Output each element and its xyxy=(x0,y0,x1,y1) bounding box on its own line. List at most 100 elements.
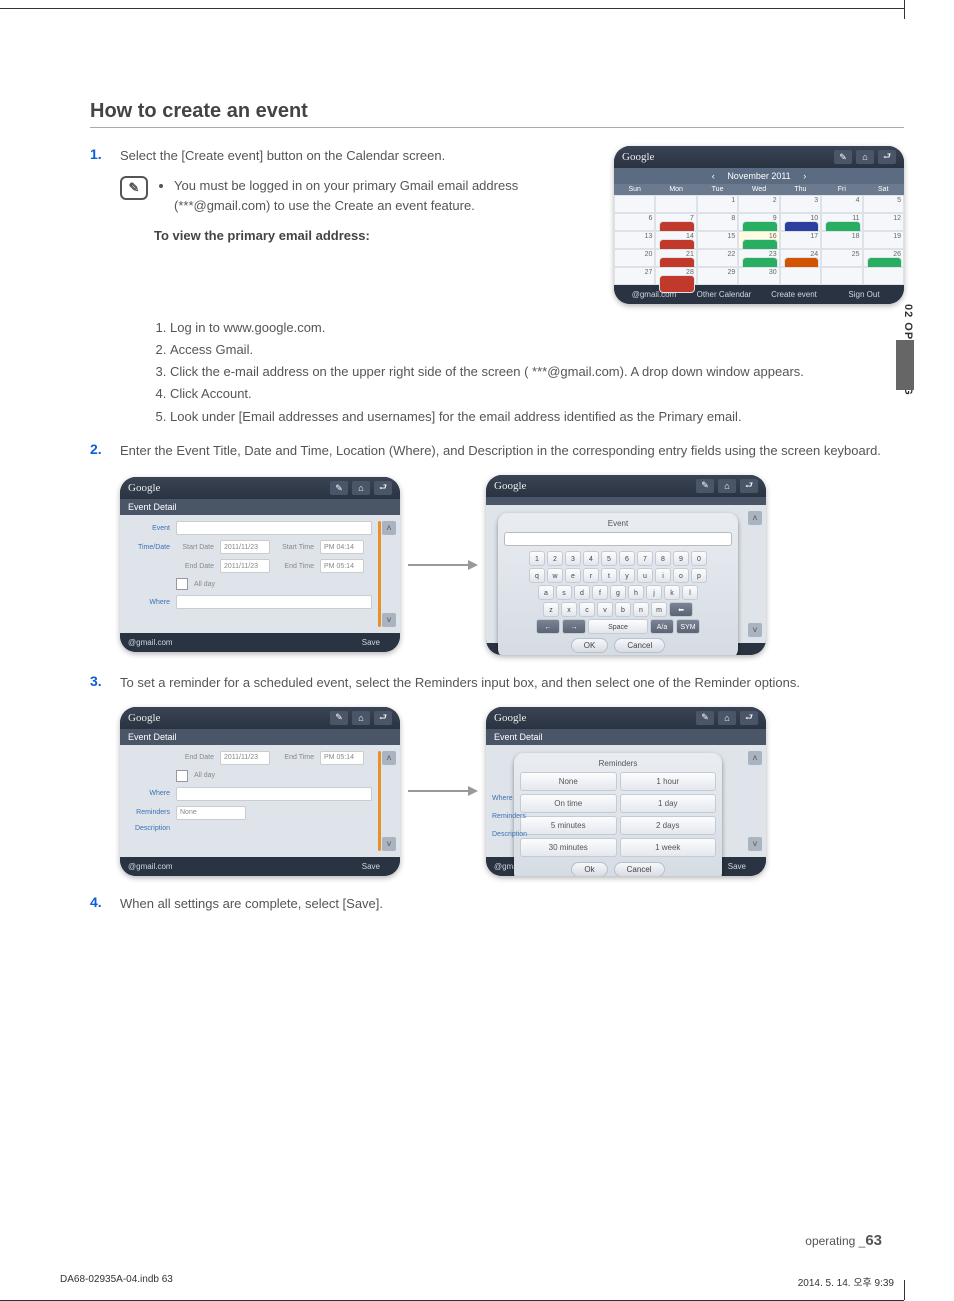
key[interactable]: q xyxy=(529,568,545,583)
reminders-cancel-button[interactable]: Cancel xyxy=(614,862,665,876)
calendar-cell[interactable]: 26 xyxy=(863,249,904,267)
key[interactable]: 0 xyxy=(691,551,707,566)
key[interactable]: 6 xyxy=(619,551,635,566)
calendar-cell[interactable]: 24 xyxy=(780,249,821,267)
key[interactable]: n xyxy=(633,602,649,617)
calendar-cell[interactable] xyxy=(780,267,821,285)
calendar-cell[interactable] xyxy=(821,267,862,285)
reminder-option[interactable]: 1 day xyxy=(620,794,717,813)
prev-month[interactable]: ‹ xyxy=(702,171,725,181)
key[interactable]: u xyxy=(637,568,653,583)
key[interactable]: l xyxy=(682,585,698,600)
calendar-cell[interactable]: 11 xyxy=(821,213,862,231)
calendar-cell[interactable]: 20 xyxy=(614,249,655,267)
scroll-up[interactable]: ˄ xyxy=(748,511,762,525)
key[interactable]: m xyxy=(651,602,667,617)
key[interactable]: b xyxy=(615,602,631,617)
calendar-cell[interactable]: 14 xyxy=(655,231,696,249)
memo-icon[interactable]: ✎ xyxy=(696,479,714,493)
other-calendar-button[interactable]: Other Calendar xyxy=(692,290,756,299)
key[interactable]: a xyxy=(538,585,554,600)
input-event-title[interactable] xyxy=(176,521,372,535)
calendar-cell[interactable]: 6 xyxy=(614,213,655,231)
key[interactable]: o xyxy=(673,568,689,583)
input-start-date[interactable]: 2011/11/23 xyxy=(220,540,270,554)
reminder-option[interactable]: 1 hour xyxy=(620,772,717,791)
reminder-option[interactable]: 30 minutes xyxy=(520,838,617,857)
calendar-cell[interactable] xyxy=(614,195,655,213)
allday-checkbox[interactable] xyxy=(176,770,188,782)
key[interactable]: 7 xyxy=(637,551,653,566)
calendar-cell[interactable]: 9 xyxy=(738,213,779,231)
key[interactable]: j xyxy=(646,585,662,600)
calendar-cell[interactable]: 19 xyxy=(863,231,904,249)
calendar-cell[interactable]: 7 xyxy=(655,213,696,231)
keyboard-ok-button[interactable]: OK xyxy=(571,638,609,653)
input-start-time[interactable]: PM 04:14 xyxy=(320,540,364,554)
reminder-option[interactable]: On time xyxy=(520,794,617,813)
calendar-cell[interactable]: 2 xyxy=(738,195,779,213)
calendar-cell[interactable]: 17 xyxy=(780,231,821,249)
calendar-cell[interactable]: 4 xyxy=(821,195,862,213)
key[interactable]: 3 xyxy=(565,551,581,566)
memo-icon[interactable]: ✎ xyxy=(330,711,348,725)
input-end-date[interactable]: 2011/11/23 xyxy=(220,559,270,573)
save-button[interactable]: Save xyxy=(728,862,746,871)
input-end-time[interactable]: PM 05:14 xyxy=(320,559,364,573)
scroll-track[interactable] xyxy=(378,751,381,851)
scroll-track[interactable] xyxy=(378,521,381,627)
reminder-option[interactable]: None xyxy=(520,772,617,791)
calendar-cell[interactable]: 18 xyxy=(821,231,862,249)
home-icon[interactable]: ⌂ xyxy=(856,150,874,164)
calendar-cell[interactable]: 22 xyxy=(697,249,738,267)
calendar-cell[interactable]: 21 xyxy=(655,249,696,267)
key[interactable]: c xyxy=(579,602,595,617)
scroll-down[interactable]: ˅ xyxy=(382,613,396,627)
next-month[interactable]: › xyxy=(793,171,816,181)
scroll-up[interactable]: ˄ xyxy=(748,751,762,765)
home-icon[interactable]: ⌂ xyxy=(352,711,370,725)
save-button[interactable]: Save xyxy=(362,862,380,871)
input-reminders[interactable]: None xyxy=(176,806,246,820)
key[interactable]: f xyxy=(592,585,608,600)
back-icon[interactable]: ⮐ xyxy=(374,481,392,495)
key[interactable]: 8 xyxy=(655,551,671,566)
scroll-up[interactable]: ˄ xyxy=(382,521,396,535)
calendar-cell[interactable]: 12 xyxy=(863,213,904,231)
key[interactable]: k xyxy=(664,585,680,600)
key[interactable]: t xyxy=(601,568,617,583)
key[interactable]: s xyxy=(556,585,572,600)
calendar-cell[interactable]: 5 xyxy=(863,195,904,213)
input-end-date[interactable]: 2011/11/23 xyxy=(220,751,270,765)
reminders-ok-button[interactable]: Ok xyxy=(571,862,607,876)
key[interactable]: y xyxy=(619,568,635,583)
scroll-down[interactable]: ˅ xyxy=(382,837,396,851)
key[interactable]: 4 xyxy=(583,551,599,566)
key[interactable]: 9 xyxy=(673,551,689,566)
key[interactable]: z xyxy=(543,602,559,617)
back-icon[interactable]: ⮐ xyxy=(878,150,896,164)
sign-out-button[interactable]: Sign Out xyxy=(832,290,896,299)
calendar-cell[interactable]: 13 xyxy=(614,231,655,249)
key[interactable]: g xyxy=(610,585,626,600)
key-cursor-right[interactable]: → xyxy=(562,619,586,634)
key[interactable]: 2 xyxy=(547,551,563,566)
calendar-cell[interactable]: 25 xyxy=(821,249,862,267)
scroll-up[interactable]: ˄ xyxy=(382,751,396,765)
home-icon[interactable]: ⌂ xyxy=(352,481,370,495)
calendar-body[interactable]: 1234567891011121314151617181920212223242… xyxy=(614,195,904,285)
back-icon[interactable]: ⮐ xyxy=(740,479,758,493)
keyboard-input[interactable] xyxy=(504,532,732,546)
input-where[interactable] xyxy=(176,595,372,609)
memo-icon[interactable]: ✎ xyxy=(696,711,714,725)
reminder-option[interactable]: 1 week xyxy=(620,838,717,857)
key-sym[interactable]: SYM xyxy=(676,619,700,634)
key[interactable]: d xyxy=(574,585,590,600)
scroll-down[interactable]: ˅ xyxy=(748,837,762,851)
calendar-cell[interactable] xyxy=(655,195,696,213)
calendar-cell[interactable]: 8 xyxy=(697,213,738,231)
calendar-cell[interactable]: 28 xyxy=(655,267,696,285)
key-caps[interactable]: A/a xyxy=(650,619,674,634)
reminder-option[interactable]: 2 days xyxy=(620,816,717,835)
calendar-cell[interactable]: 16 xyxy=(738,231,779,249)
